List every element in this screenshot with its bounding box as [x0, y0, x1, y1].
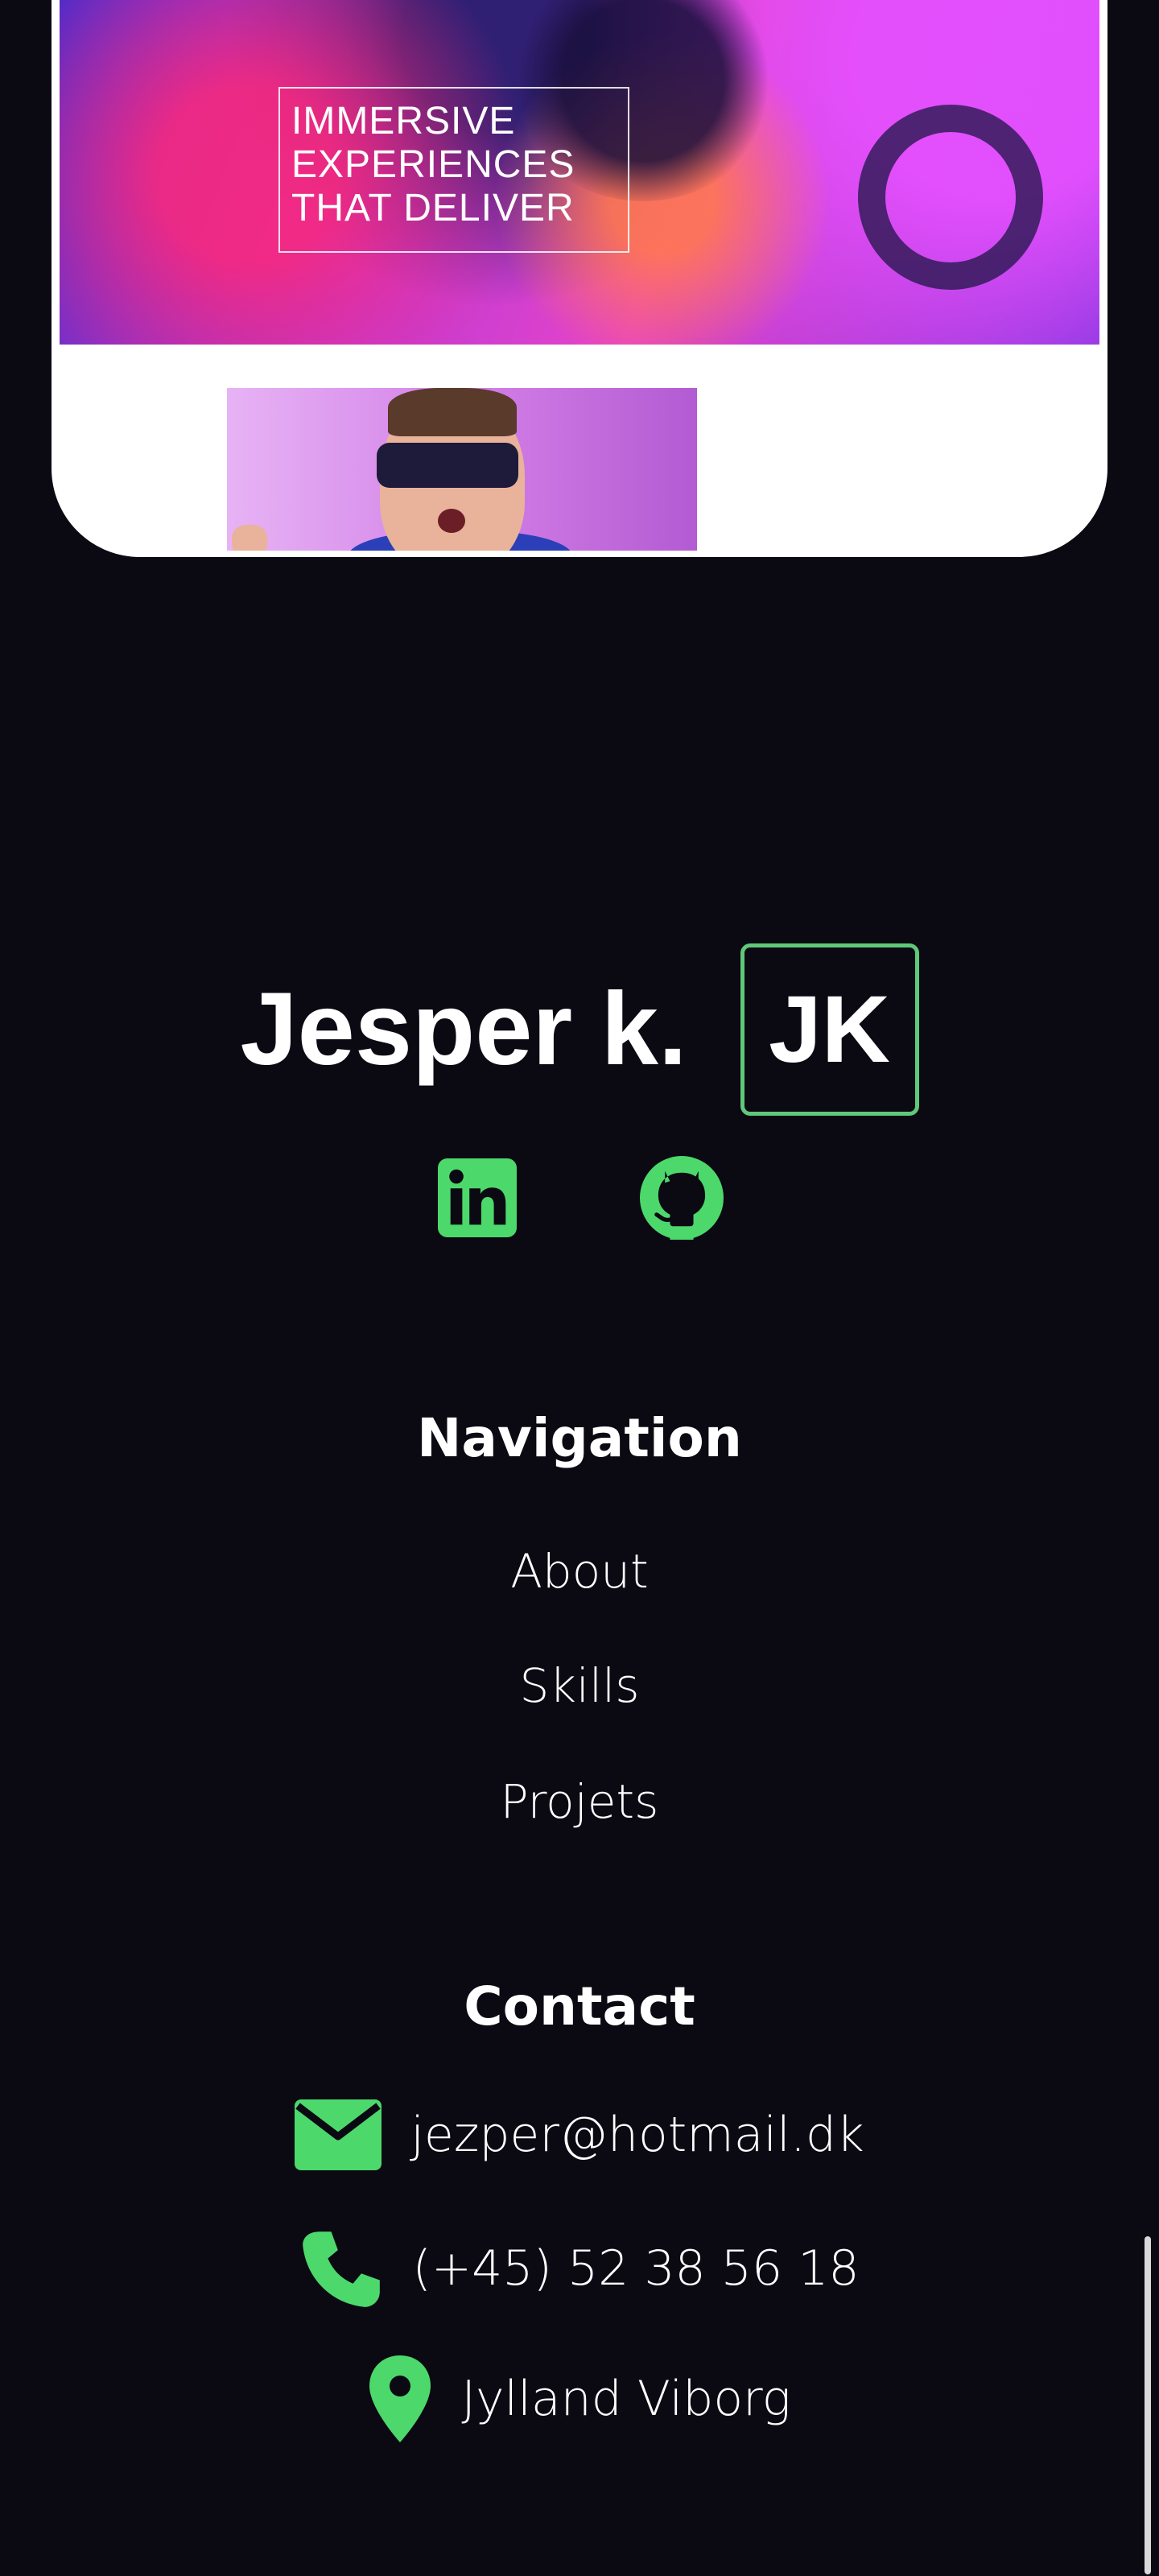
thumbnail-fist [232, 525, 267, 551]
project-card[interactable]: IMMERSIVE EXPERIENCES THAT DELIVER [52, 0, 1107, 557]
project-hero-image: IMMERSIVE EXPERIENCES THAT DELIVER [60, 0, 1099, 345]
thumbnail-mouth [438, 509, 465, 533]
linkedin-link[interactable] [435, 1156, 519, 1240]
contact-phone-row[interactable]: (+45) 52 38 56 18 [0, 2227, 1159, 2310]
contact-location: Jylland Viborg [461, 2371, 791, 2427]
thumbnail-vr-headset [377, 443, 518, 488]
phone-icon [303, 2231, 381, 2307]
social-links [0, 1156, 1159, 1240]
project-thumbnail-image [227, 388, 697, 551]
brand-name: Jesper k. [240, 972, 687, 1087]
hero-title-line: EXPERIENCES [291, 143, 575, 186]
thumbnail-hair [388, 388, 517, 436]
hero-title-line: THAT DELIVER [291, 187, 575, 229]
footer-brand: Jesper k. JK [0, 943, 1159, 1116]
brand-logo[interactable]: JK [740, 943, 919, 1116]
page-scrollbar[interactable] [1145, 2236, 1151, 2574]
contact-phone[interactable]: (+45) 52 38 56 18 [412, 2240, 859, 2297]
github-link[interactable] [640, 1156, 724, 1240]
nav-link-about[interactable]: About [0, 1544, 1159, 1599]
navigation-heading: Navigation [417, 1407, 742, 1469]
hero-title-line: IMMERSIVE [291, 100, 516, 142]
email-icon [295, 2099, 382, 2170]
github-icon [640, 1156, 724, 1240]
nav-link-skills[interactable]: Skills [0, 1658, 1159, 1713]
hero-title-box: IMMERSIVE EXPERIENCES THAT DELIVER [278, 87, 629, 253]
contact-heading: Contact [464, 1975, 695, 2037]
contact-location-row: Jylland Viborg [0, 2355, 1159, 2442]
linkedin-icon [438, 1158, 517, 1237]
contact-email-row[interactable]: jezper@hotmail.dk [0, 2099, 1159, 2170]
nav-link-projects[interactable]: Projets [0, 1774, 1159, 1829]
hero-steering-wheel-shape [858, 105, 1043, 290]
location-pin-icon [369, 2355, 431, 2442]
contact-email[interactable]: jezper@hotmail.dk [410, 2107, 864, 2163]
